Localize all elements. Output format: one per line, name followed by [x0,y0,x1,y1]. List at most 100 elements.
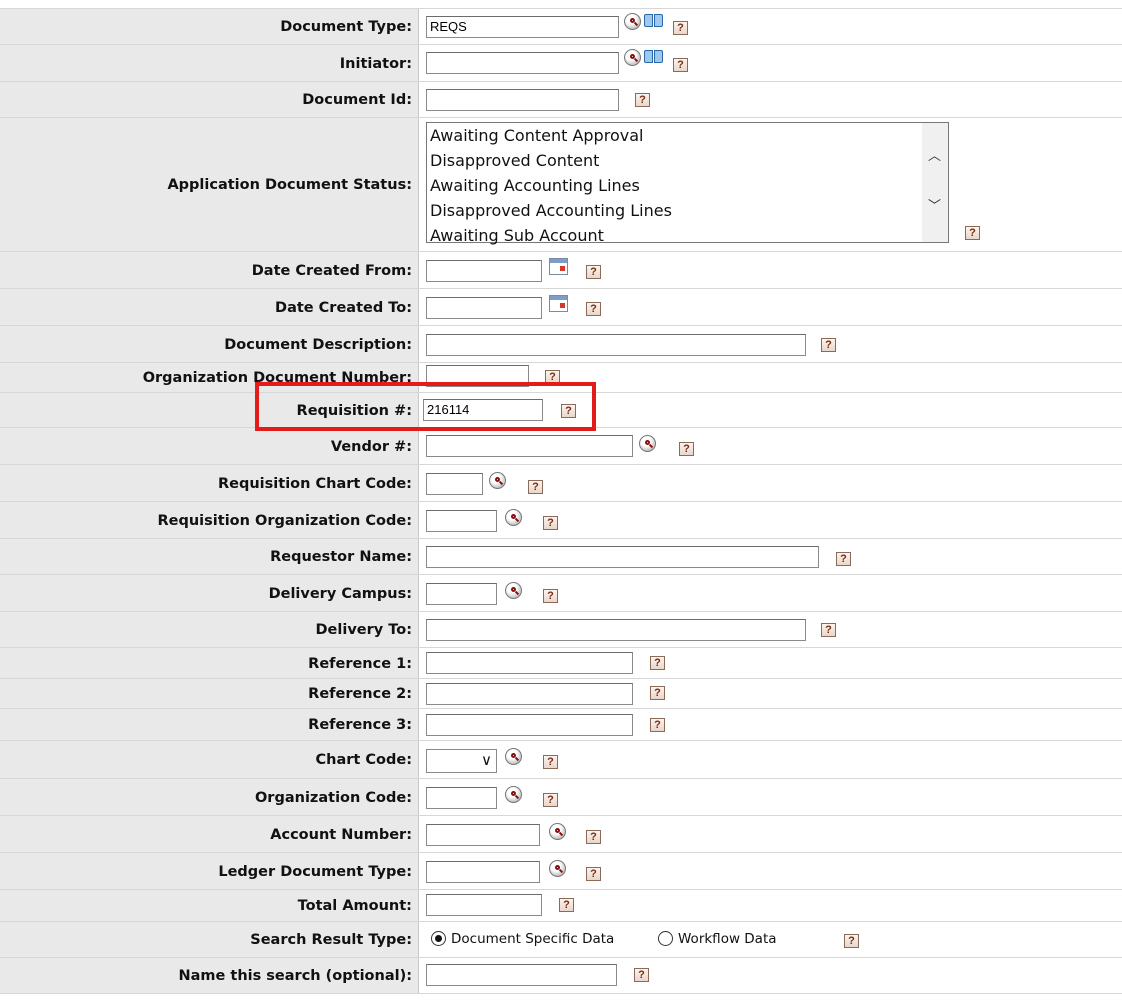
chart-code-select[interactable]: ∨ [426,749,497,773]
row-requestor-name: Requestor Name: ? [0,538,1122,575]
document-description-input[interactable] [426,334,806,356]
requestor-name-input[interactable] [426,546,819,568]
search-icon[interactable] [549,860,566,877]
requisition-organization-code-label: Requisition Organization Code: [0,502,419,539]
search-icon[interactable] [624,13,641,30]
date-created-to-input[interactable] [426,297,542,319]
help-icon[interactable]: ? [836,552,851,566]
row-document-id: Document Id: ? [0,81,1122,118]
search-icon[interactable] [639,435,656,452]
help-icon[interactable]: ? [543,755,558,769]
calendar-icon[interactable] [549,258,568,275]
search-icon[interactable] [505,748,522,765]
help-icon[interactable]: ? [650,656,665,670]
date-created-from-input[interactable] [426,260,542,282]
vendor-number-input[interactable] [426,435,633,457]
help-icon[interactable]: ? [586,867,601,881]
date-created-from-label: Date Created From: [0,252,419,289]
requestor-name-label: Requestor Name: [0,539,419,575]
help-icon[interactable]: ? [586,265,601,279]
row-requisition-organization-code: Requisition Organization Code: ? [0,501,1122,539]
row-search-result-type: Search Result Type: Document Specific Da… [0,921,1122,958]
row-reference-1: Reference 1: ? [0,647,1122,679]
help-icon[interactable]: ? [543,589,558,603]
search-icon[interactable] [489,472,506,489]
search-icon[interactable] [505,509,522,526]
help-icon[interactable]: ? [821,623,836,637]
document-type-input[interactable]: REQS [426,16,619,38]
delivery-campus-input[interactable] [426,583,497,605]
row-delivery-campus: Delivery Campus: ? [0,574,1122,612]
scroll-down-icon[interactable]: ﹀ [928,195,941,214]
help-icon[interactable]: ? [543,516,558,530]
document-specific-data-label[interactable]: Document Specific Data [451,931,614,947]
search-icon[interactable] [549,823,566,840]
organization-code-input[interactable] [426,787,497,809]
status-option[interactable]: Disapproved Accounting Lines [427,198,948,223]
help-icon[interactable]: ? [543,793,558,807]
requisition-chart-code-input[interactable] [426,473,483,495]
status-option[interactable]: Awaiting Accounting Lines [427,173,948,198]
document-specific-data-radio[interactable] [431,931,446,946]
row-vendor-number: Vendor #: ? [0,427,1122,465]
workflow-data-radio[interactable] [658,931,673,946]
help-icon[interactable]: ? [634,968,649,982]
help-icon[interactable]: ? [965,226,980,240]
status-option[interactable]: Disapproved Content [427,148,948,173]
application-document-status-listbox[interactable]: Awaiting Content Approval Disapproved Co… [426,122,949,245]
row-date-created-to: Date Created To: ? [0,288,1122,326]
status-option[interactable]: Awaiting Sub Account [427,223,948,248]
help-icon[interactable]: ? [635,93,650,107]
reference-1-label: Reference 1: [0,648,419,679]
reference-2-input[interactable] [426,683,633,705]
document-description-label: Document Description: [0,326,419,363]
help-icon[interactable]: ? [650,686,665,700]
total-amount-input[interactable] [426,894,542,916]
help-icon[interactable]: ? [673,58,688,72]
help-icon[interactable]: ? [528,480,543,494]
search-result-type-label: Search Result Type: [0,922,419,958]
vendor-number-label: Vendor #: [0,428,419,465]
chevron-down-icon: ∨ [481,751,492,769]
help-icon[interactable]: ? [673,21,688,35]
book-icon[interactable] [644,50,664,65]
help-icon[interactable]: ? [586,830,601,844]
requisition-organization-code-input[interactable] [426,510,497,532]
calendar-icon[interactable] [549,295,568,312]
account-number-label: Account Number: [0,816,419,853]
row-document-description: Document Description: ? [0,325,1122,363]
row-organization-code: Organization Code: ? [0,778,1122,816]
ledger-document-type-input[interactable] [426,861,540,883]
help-icon[interactable]: ? [679,442,694,456]
search-icon[interactable] [505,582,522,599]
reference-3-input[interactable] [426,714,633,736]
date-created-to-label: Date Created To: [0,289,419,326]
row-date-created-from: Date Created From: ? [0,251,1122,289]
delivery-campus-label: Delivery Campus: [0,575,419,612]
document-id-label: Document Id: [0,82,419,118]
search-name-input[interactable] [426,964,617,986]
delivery-to-label: Delivery To: [0,612,419,648]
document-id-input[interactable] [426,89,619,111]
search-icon[interactable] [624,49,641,66]
delivery-to-input[interactable] [426,619,806,641]
reference-2-label: Reference 2: [0,679,419,709]
row-ledger-document-type: Ledger Document Type: ? [0,852,1122,890]
help-icon[interactable]: ? [650,718,665,732]
reference-3-label: Reference 3: [0,709,419,741]
listbox-scrollbar[interactable]: ︿ ﹀ [922,123,948,242]
workflow-data-label[interactable]: Workflow Data [678,931,777,947]
initiator-input[interactable] [426,52,619,74]
help-icon[interactable]: ? [844,934,859,948]
status-option[interactable]: Awaiting Content Approval [427,123,948,148]
book-icon[interactable] [644,14,664,29]
search-icon[interactable] [505,786,522,803]
reference-1-input[interactable] [426,652,633,674]
help-icon[interactable]: ? [586,302,601,316]
row-total-amount: Total Amount: ? [0,889,1122,922]
help-icon[interactable]: ? [559,898,574,912]
account-number-input[interactable] [426,824,540,846]
help-icon[interactable]: ? [821,338,836,352]
highlight-annotation-box [255,382,596,431]
scroll-up-icon[interactable]: ︿ [928,145,941,164]
